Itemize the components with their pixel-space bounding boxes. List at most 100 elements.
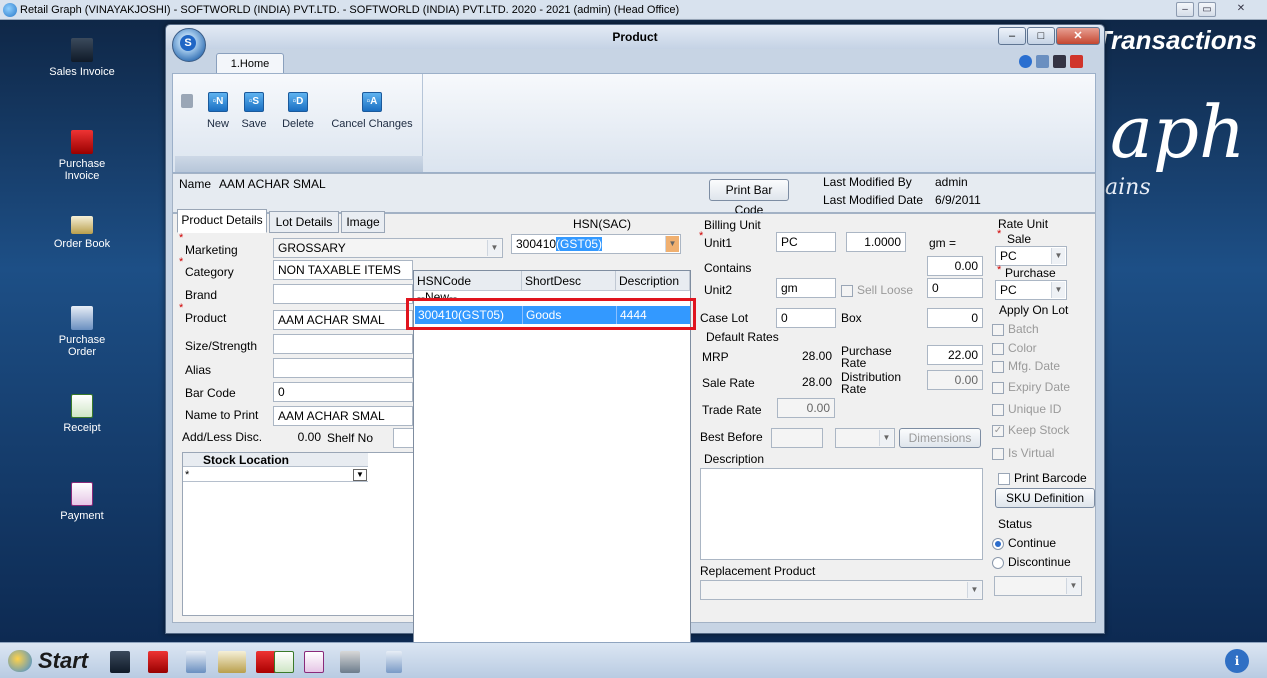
- print-barcode-check[interactable]: [998, 472, 1010, 485]
- continue-radio-dot[interactable]: [992, 537, 1004, 550]
- dimensions-button[interactable]: Dimensions: [899, 428, 981, 448]
- keep-stock-checkbox[interactable]: ✓ Keep Stock: [992, 423, 1069, 437]
- add-less-disc-input[interactable]: 0.00: [273, 428, 325, 448]
- taskbar-more-icon[interactable]: [386, 651, 402, 673]
- color-checkbox[interactable]: Color: [992, 341, 1037, 355]
- best-before-spinner[interactable]: [771, 428, 823, 448]
- taskbar-receipt-icon[interactable]: [274, 651, 294, 673]
- size-strength-input[interactable]: [273, 334, 413, 354]
- delete-button[interactable]: ▫D Delete: [275, 92, 321, 130]
- window-maximize-button[interactable]: □: [1027, 27, 1055, 45]
- expiry-date-check[interactable]: [992, 381, 1004, 394]
- stock-location-new-row[interactable]: *: [183, 468, 368, 482]
- hsn-dropdown-list[interactable]: HSNCode ShortDesc Description --New-- 30…: [413, 270, 691, 678]
- best-before-unit-select[interactable]: ▼: [835, 428, 895, 448]
- sale-unit-select[interactable]: PC ▼: [995, 246, 1067, 266]
- is-virtual-check[interactable]: [992, 447, 1004, 460]
- chevron-down-icon[interactable]: ▼: [665, 236, 679, 252]
- purchase-rate-input[interactable]: 22.00: [927, 345, 983, 365]
- column-description[interactable]: Description: [616, 271, 690, 291]
- sell-loose-check[interactable]: [841, 284, 853, 297]
- chevron-down-icon[interactable]: ▼: [1066, 578, 1080, 594]
- info-icon[interactable]: i: [1225, 649, 1249, 673]
- tab-product-details[interactable]: Product Details: [177, 209, 267, 233]
- exit-icon[interactable]: [1070, 55, 1083, 68]
- unit1-input[interactable]: PC: [776, 232, 836, 252]
- chevron-down-icon[interactable]: ▼: [967, 582, 981, 598]
- box-input[interactable]: 0: [927, 308, 983, 328]
- new-button[interactable]: ▫N New: [203, 92, 233, 130]
- expiry-date-checkbox[interactable]: Expiry Date: [992, 380, 1070, 394]
- print-bar-code-button[interactable]: Print Bar Code: [709, 179, 789, 217]
- replacement-product-select[interactable]: ▼: [700, 580, 983, 600]
- sale-rate-input[interactable]: 28.00: [776, 373, 836, 393]
- bar-code-input[interactable]: 0: [273, 382, 413, 402]
- description-textarea[interactable]: [700, 468, 983, 560]
- desktop-icon-purchase-invoice[interactable]: Purchase Invoice: [27, 130, 137, 182]
- hsn-sac-combo[interactable]: 300410(GST05) ▼: [511, 234, 681, 254]
- chevron-down-icon[interactable]: ▼: [879, 430, 893, 446]
- chevron-down-icon[interactable]: ▼: [1051, 248, 1065, 264]
- discontinue-radio-dot[interactable]: [992, 556, 1004, 569]
- chevron-down-icon[interactable]: ▼: [1051, 282, 1065, 298]
- window-minimize-button[interactable]: –: [998, 27, 1026, 45]
- taskbar-payment-icon[interactable]: [304, 651, 324, 673]
- status-reason-select[interactable]: ▼: [994, 576, 1082, 596]
- mfg-date-check[interactable]: [992, 360, 1004, 373]
- taskbar-report-icon[interactable]: [256, 651, 276, 673]
- print-icon[interactable]: [181, 94, 193, 108]
- desktop-icon-payment[interactable]: Payment: [27, 482, 137, 522]
- start-button[interactable]: Start: [8, 647, 88, 675]
- print-barcode-checkbox[interactable]: Print Barcode: [998, 471, 1087, 485]
- tab-home[interactable]: 1.Home: [216, 53, 284, 73]
- status-discontinue-radio[interactable]: Discontinue: [992, 555, 1071, 569]
- unit2-input[interactable]: gm: [776, 278, 836, 298]
- purchase-unit-select[interactable]: PC ▼: [995, 280, 1067, 300]
- window-close-button[interactable]: ✕: [1056, 27, 1100, 45]
- distribution-rate-input[interactable]: 0.00: [927, 370, 983, 390]
- app-restore-button[interactable]: ▭: [1198, 2, 1216, 17]
- help-icon[interactable]: [1019, 55, 1032, 68]
- tab-image[interactable]: Image: [341, 211, 385, 233]
- chevron-down-icon[interactable]: ▼: [487, 240, 501, 256]
- contains-input[interactable]: 0.00: [927, 256, 983, 276]
- sku-definition-button[interactable]: SKU Definition: [995, 488, 1095, 508]
- color-check[interactable]: [992, 342, 1004, 355]
- unique-id-checkbox[interactable]: Unique ID: [992, 402, 1061, 416]
- desktop-icon-purchase-order[interactable]: Purchase Order: [27, 306, 137, 358]
- tab-lot-details[interactable]: Lot Details: [269, 211, 339, 233]
- calculator-icon[interactable]: [1053, 55, 1066, 68]
- batch-check[interactable]: [992, 323, 1004, 336]
- column-short-desc[interactable]: ShortDesc: [522, 271, 616, 291]
- status-continue-radio[interactable]: Continue: [992, 536, 1056, 550]
- cancel-changes-button[interactable]: ▫A Cancel Changes: [329, 92, 415, 130]
- shelf-no-input[interactable]: [393, 428, 415, 448]
- brand-input[interactable]: [273, 284, 413, 304]
- unit1-factor-input[interactable]: 1.0000: [846, 232, 906, 252]
- desktop-icon-receipt[interactable]: Receipt: [27, 394, 137, 434]
- taskbar-order-book-icon[interactable]: [218, 651, 246, 673]
- desktop-icon-order-book[interactable]: Order Book: [27, 216, 137, 250]
- unique-id-check[interactable]: [992, 403, 1004, 416]
- taskbar-sales-invoice-icon[interactable]: [110, 651, 130, 673]
- is-virtual-checkbox[interactable]: Is Virtual: [992, 446, 1054, 460]
- app-minimize-button[interactable]: –: [1176, 2, 1194, 17]
- mfg-date-checkbox[interactable]: Mfg. Date: [992, 359, 1060, 373]
- notes-icon[interactable]: [1036, 55, 1049, 68]
- desktop-icon-sales-invoice[interactable]: Sales Invoice: [27, 38, 137, 78]
- sell-loose-checkbox[interactable]: Sell Loose: [841, 283, 913, 297]
- save-button[interactable]: ▫S Save: [237, 92, 271, 130]
- alias-input[interactable]: [273, 358, 413, 378]
- chevron-down-icon[interactable]: ▼: [353, 469, 367, 481]
- taskbar-purchase-order-icon[interactable]: [186, 651, 206, 673]
- trade-rate-input[interactable]: 0.00: [777, 398, 835, 418]
- app-close-button[interactable]: ✕: [1232, 2, 1250, 17]
- sell-loose-input[interactable]: 0: [927, 278, 983, 298]
- name-to-print-input[interactable]: AAM ACHAR SMAL: [273, 406, 413, 426]
- category-select[interactable]: NON TAXABLE ITEMS: [273, 260, 413, 280]
- marketing-select[interactable]: GROSSARY ▼: [273, 238, 503, 258]
- product-input[interactable]: AAM ACHAR SMAL: [273, 310, 413, 330]
- case-lot-input[interactable]: 0: [776, 308, 836, 328]
- column-hsn-code[interactable]: HSNCode: [414, 271, 522, 291]
- taskbar-purchase-invoice-icon[interactable]: [148, 651, 168, 673]
